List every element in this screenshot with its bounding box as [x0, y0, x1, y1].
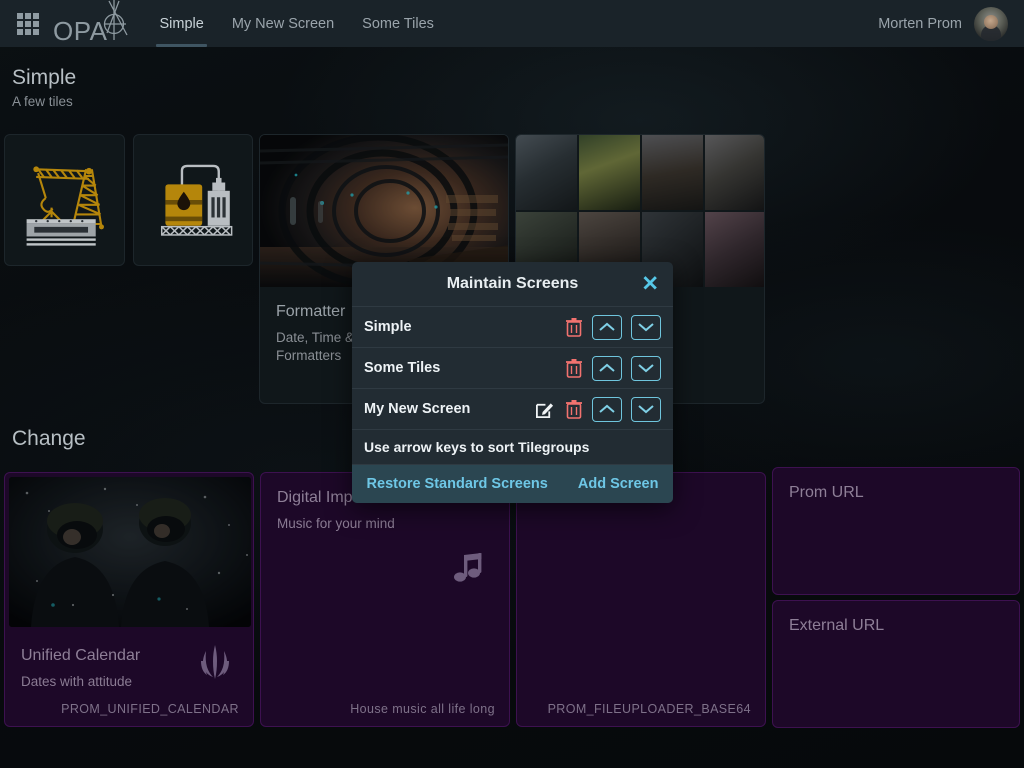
restore-standard-screens-button[interactable]: Restore Standard Screens: [367, 476, 548, 492]
tile-digital-imp-subtitle: Music for your mind: [277, 515, 493, 533]
tab-simple-label: Simple: [159, 16, 203, 32]
group-title: Simple: [12, 66, 76, 90]
trash-icon[interactable]: [565, 399, 583, 419]
group-title-change: Change: [12, 427, 86, 451]
dialog-header: Maintain Screens ✕: [352, 262, 673, 307]
group-header-simple: Simple A few tiles: [12, 66, 76, 109]
crane-icon: [5, 135, 124, 265]
tile-prom-url-title: Prom URL: [789, 484, 1003, 502]
trash-icon[interactable]: [565, 358, 583, 378]
music-note-icon: [453, 551, 487, 590]
tile-base64[interactable]: Base 64 PROM_FILEUPLOADER_BASE64: [516, 472, 766, 727]
soldiers-image: [9, 477, 251, 627]
screen-row-my-new-screen: My New Screen: [352, 389, 673, 430]
tab-my-new-screen-label: My New Screen: [232, 16, 334, 32]
maintain-screens-dialog: Maintain Screens ✕ Simple: [352, 262, 673, 503]
app-root: OPA Simple My New Screen Some Tiles: [0, 0, 1024, 768]
group-header-change: Change: [12, 427, 86, 451]
chevron-up-icon[interactable]: [592, 356, 622, 381]
opa-logo-mark-icon: [97, 0, 131, 46]
jedi-order-icon: [199, 645, 231, 686]
tab-my-new-screen[interactable]: My New Screen: [218, 0, 348, 47]
close-icon[interactable]: ✕: [641, 274, 659, 295]
screen-row-label: My New Screen: [364, 401, 535, 417]
screen-row-label: Simple: [364, 319, 565, 335]
screen-row-label: Some Tiles: [364, 360, 565, 376]
group-subtitle: A few tiles: [12, 94, 76, 109]
tile-digital-imp[interactable]: Digital Imp Music for your mind House mu…: [260, 472, 510, 727]
trash-icon[interactable]: [565, 317, 583, 337]
tile-unified-calendar[interactable]: Unified Calendar Dates with attitude PRO…: [4, 472, 254, 727]
top-navigation-bar: OPA Simple My New Screen Some Tiles: [0, 0, 1024, 47]
chevron-up-icon[interactable]: [592, 397, 622, 422]
chevron-up-icon[interactable]: [592, 315, 622, 340]
tile-refinery[interactable]: [133, 134, 253, 266]
tab-some-tiles[interactable]: Some Tiles: [348, 0, 448, 47]
tile-base64-footer: PROM_FILEUPLOADER_BASE64: [548, 702, 751, 716]
screen-row-actions: [565, 356, 661, 381]
chevron-down-icon[interactable]: [631, 397, 661, 422]
tile-external-url[interactable]: External URL: [772, 600, 1020, 728]
add-screen-button[interactable]: Add Screen: [578, 476, 659, 492]
pencil-edit-icon[interactable]: [535, 400, 556, 419]
tile-crane[interactable]: [4, 134, 125, 266]
tile-prom-url[interactable]: Prom URL: [772, 467, 1020, 595]
sort-hint: Use arrow keys to sort Tilegroups: [352, 430, 673, 465]
user-menu[interactable]: Morten Prom: [878, 7, 1008, 41]
tab-some-tiles-label: Some Tiles: [362, 16, 434, 32]
tile-external-url-title: External URL: [789, 617, 1003, 635]
dialog-title: Maintain Screens: [447, 275, 579, 293]
brand-logo[interactable]: OPA: [53, 4, 131, 44]
oil-refinery-icon: [134, 135, 252, 265]
chevron-down-icon[interactable]: [631, 356, 661, 381]
avatar[interactable]: [974, 7, 1008, 41]
screen-row-actions: [565, 315, 661, 340]
screen-tabs: Simple My New Screen Some Tiles: [145, 0, 447, 47]
tile-unified-calendar-footer: PROM_UNIFIED_CALENDAR: [61, 702, 239, 716]
dialog-footer: Restore Standard Screens Add Screen: [352, 465, 673, 503]
tile-digital-imp-footer: House music all life long: [350, 702, 495, 716]
screen-row-some-tiles: Some Tiles: [352, 348, 673, 389]
screen-row-simple: Simple: [352, 307, 673, 348]
chevron-down-icon[interactable]: [631, 315, 661, 340]
tab-simple[interactable]: Simple: [145, 0, 217, 47]
grid-apps-icon[interactable]: [17, 13, 39, 35]
user-name-label: Morten Prom: [878, 16, 962, 32]
screen-row-actions: [535, 397, 661, 422]
